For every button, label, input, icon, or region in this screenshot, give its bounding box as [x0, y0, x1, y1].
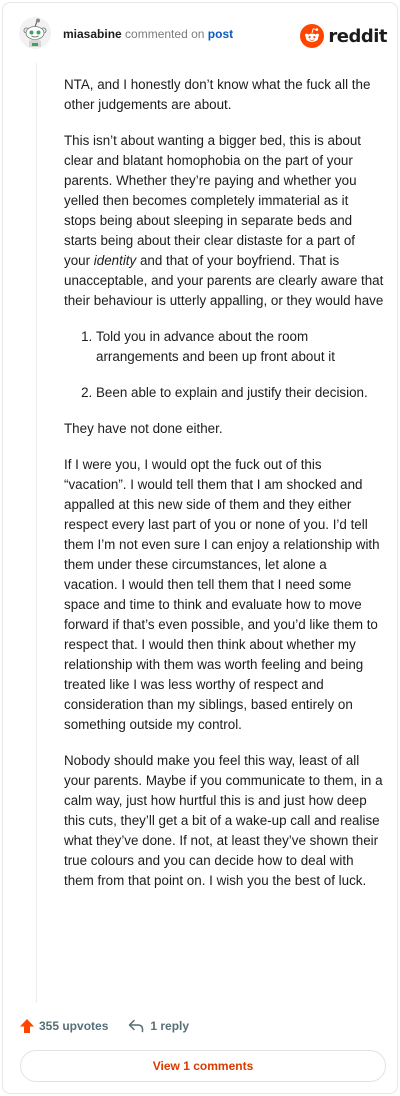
comment-paragraph-3: They have not done either. [64, 421, 223, 436]
brand-wordmark: reddit [328, 25, 387, 47]
view-comments-button[interactable]: View 1 comments [20, 1050, 386, 1082]
comment-paragraph-4: If I were you, I would opt the fuck out … [64, 457, 380, 732]
reply-button[interactable]: 1 reply [128, 1019, 189, 1033]
upvote-count: 355 upvotes [39, 1019, 109, 1033]
comment-list-item: Been able to explain and justify their d… [96, 383, 384, 403]
comment-body: NTA, and I honestly don’t know what the … [64, 75, 384, 907]
reddit-logo[interactable]: reddit [300, 23, 387, 49]
comment-meta: miasabine commented on post [63, 27, 233, 41]
upvote-arrow-icon [20, 1019, 34, 1033]
post-link[interactable]: post [208, 27, 233, 41]
comment-header: miasabine commented on post reddit [19, 17, 387, 53]
reply-count: 1 reply [150, 1019, 190, 1033]
comment-footer: 355 upvotes 1 reply [19, 1015, 189, 1037]
comment-list: Told you in advance about the room arran… [64, 327, 384, 403]
comment-paragraph-2-text-a: This isn’t about wanting a bigger bed, t… [64, 133, 362, 268]
reply-arrow-icon [129, 1019, 144, 1033]
comment-card: miasabine commented on post reddit NTA, … [2, 2, 398, 1094]
thread-line[interactable] [36, 63, 37, 1003]
action-text: commented on [125, 27, 205, 41]
comment-emphasis: identity [93, 253, 137, 268]
comment-paragraph-1: NTA, and I honestly don’t know what the … [64, 77, 371, 112]
comment-paragraph-5: Nobody should make you feel this way, le… [64, 753, 383, 888]
snoo-icon [300, 24, 325, 48]
upvote-button[interactable]: 355 upvotes [19, 1018, 108, 1034]
comment-list-item: Told you in advance about the room arran… [96, 327, 384, 367]
avatar[interactable] [19, 17, 51, 49]
username-link[interactable]: miasabine [63, 27, 122, 41]
comment-paragraph-2: This isn’t about wanting a bigger bed, t… [64, 131, 384, 311]
